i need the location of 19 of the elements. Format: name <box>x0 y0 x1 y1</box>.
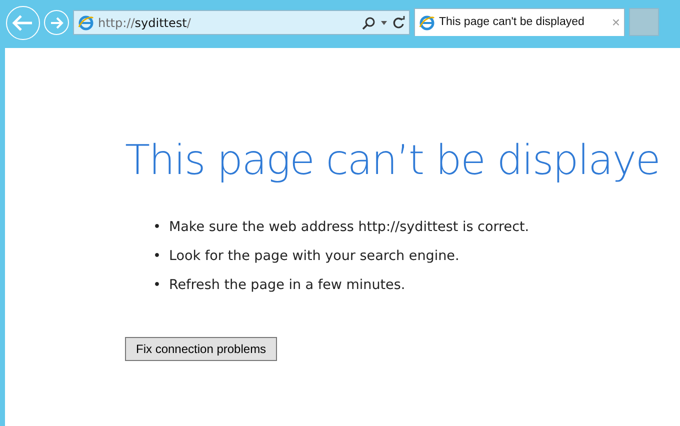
dropdown-caret-icon[interactable] <box>380 20 388 26</box>
suggestion-text: Refresh the page in a few minutes. <box>168 276 406 296</box>
tab-title: This page can't be displayed <box>439 14 586 30</box>
error-heading: This page can’t be displaye <box>125 136 661 186</box>
suggestion-text: Look for the page with your search engine. <box>168 247 460 266</box>
back-arrow-icon <box>12 14 34 32</box>
bullet-marker: • <box>153 247 161 266</box>
bullet-marker: • <box>153 218 161 238</box>
browser-tab[interactable]: This page can't be displayed × <box>414 8 625 36</box>
refresh-icon[interactable] <box>392 16 405 29</box>
browser-logo-icon <box>419 14 435 30</box>
bullet-marker: • <box>153 276 161 296</box>
search-icon[interactable] <box>362 16 376 30</box>
forward-arrow-icon <box>50 16 64 28</box>
suggestion-text: Make sure the web address http://sydittest is correct. <box>168 218 530 238</box>
address-text: http://sydittest/ <box>98 14 191 32</box>
address-bar[interactable]: http://sydittest/ <box>73 10 410 35</box>
fix-connection-button[interactable]: Fix connection problems <box>125 337 278 362</box>
browser-logo-icon <box>78 14 94 30</box>
